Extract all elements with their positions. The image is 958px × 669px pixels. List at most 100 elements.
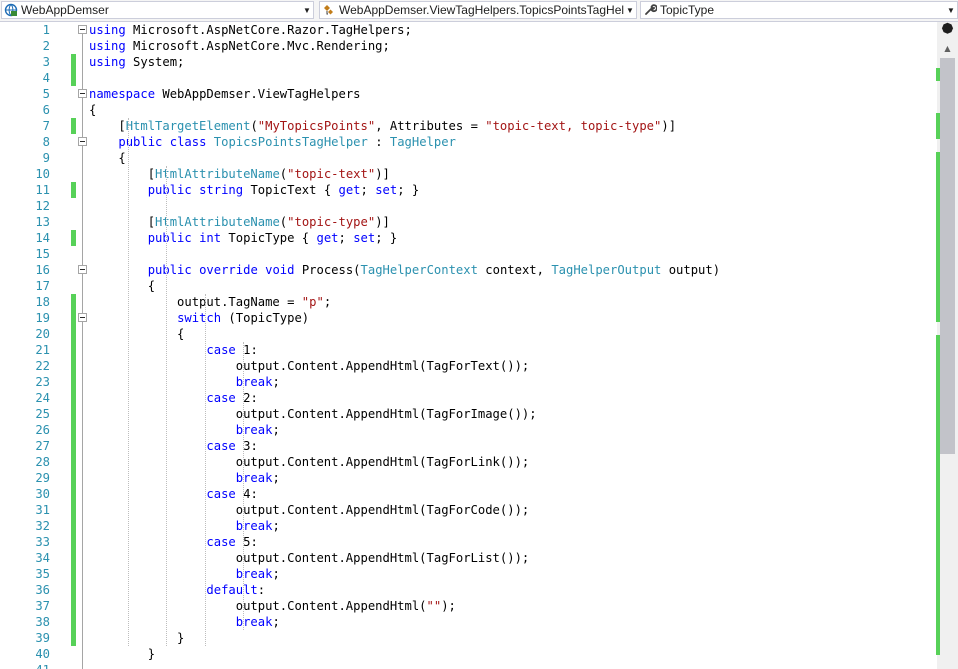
line-number: 32	[35, 519, 50, 533]
chevron-down-icon[interactable]: ▼	[945, 6, 957, 15]
change-indicator	[71, 438, 76, 454]
code-line[interactable]: 26 break;	[0, 422, 937, 438]
collapse-icon[interactable]	[78, 89, 87, 98]
line-number: 21	[35, 343, 50, 357]
code-token: )]	[661, 119, 677, 133]
member-dropdown[interactable]: TopicType ▼	[640, 1, 958, 19]
code-line[interactable]: 19 switch (TopicType)	[0, 310, 937, 326]
code-line[interactable]: 3 using System;	[0, 54, 937, 70]
code-line[interactable]: 8 public class TopicsPointsTagHelper : T…	[0, 134, 937, 150]
code-token: :	[257, 583, 266, 597]
property-wrench-icon	[642, 2, 658, 18]
code-token: case	[206, 535, 236, 549]
indent-guide	[166, 166, 168, 646]
code-line[interactable]: 38 break;	[0, 614, 937, 630]
code-line[interactable]: 41	[0, 662, 937, 669]
scrollbar-change-marker	[936, 68, 940, 81]
change-indicator	[71, 582, 76, 598]
code-token: 3:	[235, 439, 258, 453]
line-number: 34	[35, 551, 50, 565]
code-editor[interactable]: 1 using Microsoft.AspNetCore.Razor.TagHel…	[0, 22, 937, 669]
code-text: [HtmlAttributeName("topic-type")]	[89, 214, 390, 230]
code-line[interactable]: 24 case 2:	[0, 390, 937, 406]
code-token: set	[353, 231, 376, 245]
chevron-down-icon[interactable]: ▼	[624, 6, 636, 15]
code-line[interactable]: 34 output.Content.AppendHtml(TagForList(…	[0, 550, 937, 566]
change-indicator	[71, 342, 76, 358]
code-token: TagHelper	[389, 135, 456, 149]
code-line[interactable]: 13 [HtmlAttributeName("topic-type")]	[0, 214, 937, 230]
code-text: public override void Process(TagHelperCo…	[89, 262, 720, 278]
code-line[interactable]: 7 [HtmlTargetElement("MyTopicsPoints", A…	[0, 118, 937, 134]
code-line[interactable]: 6{	[0, 102, 937, 118]
code-text: output.Content.AppendHtml(TagForLink());	[89, 454, 530, 470]
scrollbar-thumb[interactable]	[940, 58, 955, 454]
code-line[interactable]: 21 case 1:	[0, 342, 937, 358]
collapse-icon[interactable]	[78, 137, 87, 146]
code-text: break;	[89, 470, 280, 486]
code-text: output.Content.AppendHtml(TagForImage())…	[89, 406, 537, 422]
code-line[interactable]: 20 {	[0, 326, 937, 342]
code-token: ;	[272, 567, 280, 581]
line-number: 17	[35, 279, 50, 293]
change-indicator	[71, 502, 76, 518]
change-indicator	[71, 406, 76, 422]
code-token: output.Content.AppendHtml(TagForList());	[89, 551, 530, 565]
code-token: using	[89, 39, 126, 53]
code-text: using System;	[89, 54, 184, 70]
code-line[interactable]: 10 [HtmlAttributeName("topic-text")]	[0, 166, 937, 182]
change-indicator	[71, 566, 76, 582]
code-line[interactable]: 22 output.Content.AppendHtml(TagForText(…	[0, 358, 937, 374]
code-line[interactable]: 12	[0, 198, 937, 214]
code-line[interactable]: 14 public int TopicType { get; set; }	[0, 230, 937, 246]
code-line[interactable]: 27 case 3:	[0, 438, 937, 454]
scroll-up-icon[interactable]: ▲	[941, 44, 954, 56]
code-line[interactable]: 40 }	[0, 646, 937, 662]
code-token: using	[89, 55, 126, 69]
line-number: 8	[42, 135, 50, 149]
code-token: Process(	[294, 263, 361, 277]
chevron-down-icon[interactable]: ▼	[301, 6, 313, 15]
collapse-icon[interactable]	[78, 25, 87, 34]
code-token: (TopicType)	[221, 311, 310, 325]
line-number: 1	[42, 23, 50, 37]
code-token: TopicType {	[221, 231, 317, 245]
code-line[interactable]: 25 output.Content.AppendHtml(TagForImage…	[0, 406, 937, 422]
code-line[interactable]: 4	[0, 70, 937, 86]
code-line[interactable]: 36 default:	[0, 582, 937, 598]
code-line[interactable]: 31 output.Content.AppendHtml(TagForCode(…	[0, 502, 937, 518]
code-line[interactable]: 32 break;	[0, 518, 937, 534]
code-line[interactable]: 29 break;	[0, 470, 937, 486]
code-line[interactable]: 33 case 5:	[0, 534, 937, 550]
code-line[interactable]: 28 output.Content.AppendHtml(TagForLink(…	[0, 454, 937, 470]
code-line[interactable]: 35 break;	[0, 566, 937, 582]
code-line[interactable]: 17 {	[0, 278, 937, 294]
code-text: break;	[89, 422, 280, 438]
collapse-icon[interactable]	[78, 313, 87, 322]
code-line[interactable]: 37 output.Content.AppendHtml("");	[0, 598, 937, 614]
split-window-icon[interactable]: ⯄	[937, 22, 958, 40]
code-line[interactable]: 39 }	[0, 630, 937, 646]
code-line[interactable]: 30 case 4:	[0, 486, 937, 502]
code-line[interactable]: 9 {	[0, 150, 937, 166]
code-token: public	[147, 183, 192, 197]
code-text: output.Content.AppendHtml(TagForText());	[89, 358, 530, 374]
line-number: 11	[35, 183, 50, 197]
change-indicator	[71, 534, 76, 550]
code-text: output.Content.AppendHtml("");	[89, 598, 456, 614]
code-line[interactable]: 11 public string TopicText { get; set; }	[0, 182, 937, 198]
code-line[interactable]: 1 using Microsoft.AspNetCore.Razor.TagHel…	[0, 22, 937, 38]
code-line[interactable]: 18 output.TagName = "p";	[0, 294, 937, 310]
code-line[interactable]: 16 public override void Process(TagHelpe…	[0, 262, 937, 278]
collapse-icon[interactable]	[78, 265, 87, 274]
project-dropdown[interactable]: WebAppDemser ▼	[1, 1, 314, 19]
code-line[interactable]: 15	[0, 246, 937, 262]
code-line[interactable]: 5 namespace WebAppDemser.ViewTagHelpers	[0, 86, 937, 102]
code-line[interactable]: 2 using Microsoft.AspNetCore.Mvc.Renderin…	[0, 38, 937, 54]
type-dropdown[interactable]: WebAppDemser.ViewTagHelpers.TopicsPoints…	[319, 1, 637, 19]
code-line[interactable]: 23 break;	[0, 374, 937, 390]
